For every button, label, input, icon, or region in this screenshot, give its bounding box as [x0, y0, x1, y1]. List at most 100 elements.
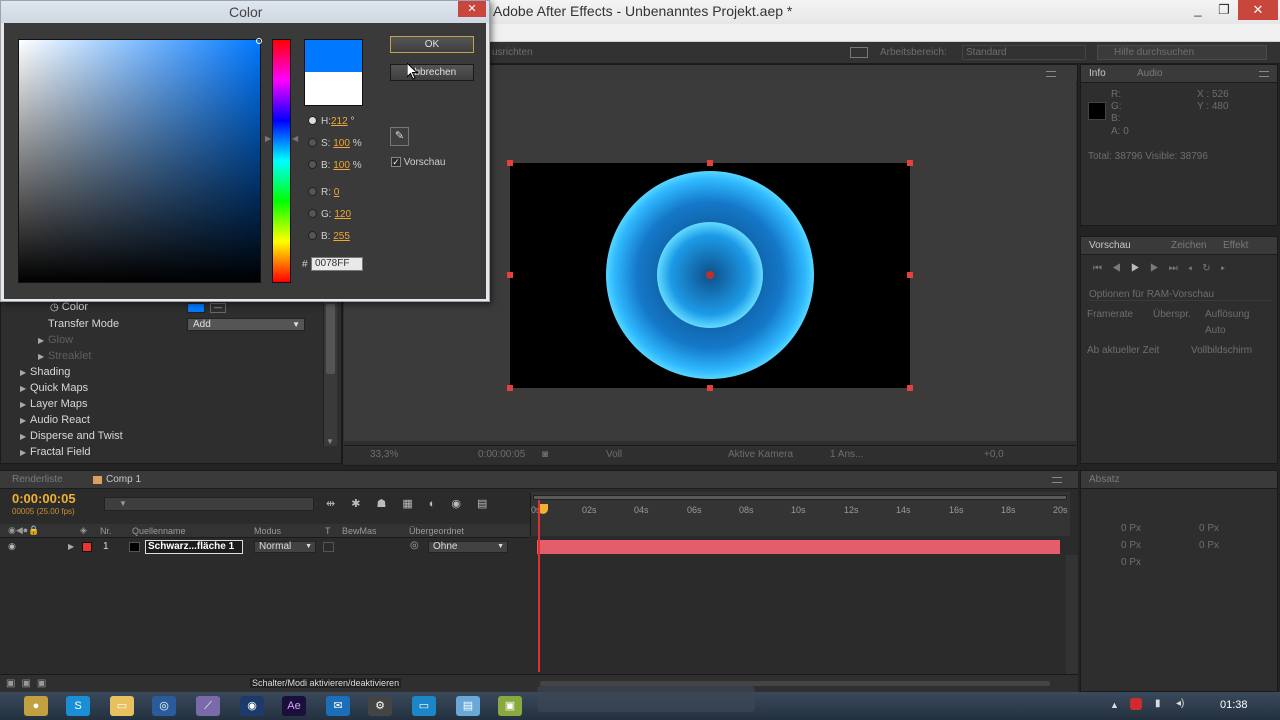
- effect-group-row[interactable]: ▶ Quick Maps: [20, 380, 88, 396]
- transform-handle[interactable]: [907, 385, 913, 391]
- anchor-point-icon[interactable]: [706, 271, 714, 279]
- monitor-icon[interactable]: ▭: [412, 696, 436, 716]
- graph-editor-icon[interactable]: ▤: [477, 498, 503, 510]
- hue-field[interactable]: H:212 °: [308, 116, 354, 127]
- views-select[interactable]: 1 Ans...: [830, 449, 863, 460]
- saturation-field[interactable]: S: 100 %: [308, 138, 362, 149]
- playback-controls[interactable]: ⏮◀▶▶⏭◂↻▸: [1093, 263, 1235, 274]
- effect-streaklet-row[interactable]: ▶ Streaklet: [38, 348, 91, 364]
- close-window-button[interactable]: ✕: [1238, 0, 1278, 20]
- prev-frame-icon[interactable]: ◀: [1112, 263, 1131, 274]
- maximize-button[interactable]: ❐: [1212, 0, 1236, 20]
- effect-group-row[interactable]: ▶ Layer Maps: [20, 396, 87, 412]
- camera-icon[interactable]: ◙: [542, 449, 548, 460]
- tray-app-icon[interactable]: [1130, 698, 1142, 710]
- stopwatch-icon[interactable]: ◷: [50, 302, 59, 313]
- blue-value[interactable]: 255: [333, 231, 350, 242]
- color-swatch[interactable]: [187, 303, 205, 313]
- eyedropper-small-icon[interactable]: —: [210, 303, 226, 313]
- audio-icon[interactable]: ◂: [1188, 263, 1203, 274]
- label-color-swatch[interactable]: [82, 542, 92, 552]
- color-field-cursor[interactable]: [256, 38, 262, 44]
- network-icon[interactable]: ▮: [1155, 698, 1161, 709]
- layer-duration-bar[interactable]: [537, 540, 1060, 554]
- time-ruler[interactable]: 0s 02s 04s 06s 08s 10s 12s 14s 16s 18s 2…: [530, 492, 1070, 536]
- composition-canvas[interactable]: [510, 163, 910, 388]
- preview-checkbox-row[interactable]: ✓ Vorschau: [391, 157, 445, 168]
- from-current-time-checkbox[interactable]: Ab aktueller Zeit: [1087, 345, 1159, 356]
- layer-row[interactable]: ◉ ▶ 1 Schwarz...fläche 1 Normal ▼ ◎ Ohne ▼: [0, 539, 530, 555]
- layer-name-field[interactable]: Schwarz...fläche 1: [145, 540, 243, 554]
- close-icon[interactable]: ✕: [458, 1, 486, 17]
- tab-character[interactable]: Zeichen: [1171, 240, 1207, 251]
- preserve-transparency-checkbox[interactable]: [323, 542, 334, 552]
- layer-mode-select[interactable]: Normal ▼: [254, 541, 316, 553]
- saturation-brightness-field[interactable]: [18, 38, 262, 283]
- panel-menu-icon[interactable]: [1052, 477, 1062, 483]
- preview-checkbox[interactable]: ✓: [391, 157, 401, 167]
- green-value[interactable]: 120: [334, 209, 351, 220]
- tab-paragraph[interactable]: Absatz: [1089, 474, 1120, 485]
- space-after[interactable]: 0 Px: [1121, 557, 1141, 568]
- resolution-select[interactable]: Auto: [1205, 325, 1267, 336]
- tab-preview[interactable]: Vorschau: [1089, 240, 1131, 251]
- panel-menu-icon[interactable]: [1046, 71, 1056, 77]
- red-radio[interactable]: [308, 187, 317, 196]
- tab-effects[interactable]: Effekt: [1223, 240, 1248, 251]
- transform-handle[interactable]: [507, 160, 513, 166]
- indent-left[interactable]: 0 Px: [1121, 523, 1141, 534]
- hue-slider-arrow-right-icon[interactable]: ◀: [292, 134, 298, 143]
- effect-group-row[interactable]: ▶ Disperse and Twist: [20, 428, 123, 444]
- transform-handle[interactable]: [507, 385, 513, 391]
- indent-right[interactable]: 0 Px: [1199, 523, 1219, 534]
- scrollbar-thumb[interactable]: [326, 304, 335, 374]
- minimize-button[interactable]: _: [1186, 0, 1210, 20]
- effect-glow-row[interactable]: ▶ Glow: [38, 332, 73, 348]
- loop-icon[interactable]: ↻: [1202, 263, 1220, 274]
- tab-info[interactable]: Info: [1089, 68, 1106, 79]
- red-value[interactable]: 0: [334, 187, 340, 198]
- brainstorm-icon[interactable]: ◉: [451, 498, 477, 510]
- timeline-timecode[interactable]: 0:00:00:05: [12, 491, 76, 506]
- next-frame-icon[interactable]: ▶: [1150, 263, 1169, 274]
- exposure-value[interactable]: +0,0: [984, 449, 1004, 460]
- brightness-value[interactable]: 100: [333, 160, 350, 171]
- expand-triangle-icon[interactable]: ▶: [68, 542, 74, 551]
- active-camera-select[interactable]: Aktive Kamera: [728, 449, 793, 460]
- transform-handle[interactable]: [907, 160, 913, 166]
- fullscreen-checkbox[interactable]: Vollbildschirm: [1191, 345, 1252, 356]
- brightness-radio[interactable]: [308, 160, 317, 169]
- browser-icon[interactable]: ◉: [240, 696, 264, 716]
- ram-preview-options[interactable]: Optionen für RAM-Vorschau: [1089, 289, 1271, 301]
- skype-icon[interactable]: S: [66, 696, 90, 716]
- chrome-icon[interactable]: ●: [24, 696, 48, 716]
- resolution-select[interactable]: Voll: [606, 449, 622, 460]
- workspace-select[interactable]: Standard: [962, 45, 1086, 60]
- transform-handle[interactable]: [707, 160, 713, 166]
- shy-layers-icon[interactable]: ☗: [376, 498, 402, 510]
- play-icon[interactable]: ▶: [1131, 263, 1150, 274]
- visibility-eye-icon[interactable]: ◉: [8, 541, 16, 552]
- help-search-input[interactable]: Hilfe durchsuchen: [1097, 45, 1267, 60]
- work-area-bar[interactable]: [533, 495, 1067, 500]
- taskbar-clock[interactable]: 01:38: [1220, 699, 1248, 711]
- last-frame-icon[interactable]: ⏭: [1169, 263, 1188, 274]
- blue-field[interactable]: B: 255: [308, 231, 350, 242]
- media-player-icon[interactable]: ◎: [152, 696, 176, 716]
- hue-slider-arrow-left-icon[interactable]: ▶: [265, 134, 271, 143]
- tray-expand-icon[interactable]: ▲: [1110, 700, 1119, 710]
- frame-blending-icon[interactable]: ▦: [402, 498, 428, 510]
- red-field[interactable]: R: 0: [308, 187, 339, 198]
- scroll-down-icon[interactable]: ▼: [326, 437, 334, 446]
- hue-slider[interactable]: [272, 39, 291, 283]
- explorer-icon[interactable]: ▭: [110, 696, 134, 716]
- effects-scrollbar[interactable]: ▼: [323, 300, 337, 446]
- pickwhip-icon[interactable]: ◎: [410, 540, 419, 551]
- ram-preview-icon[interactable]: ▸: [1221, 263, 1236, 274]
- blue-radio[interactable]: [308, 231, 317, 240]
- brightness-field[interactable]: B: 100 %: [308, 160, 362, 171]
- green-radio[interactable]: [308, 209, 317, 218]
- transform-handle[interactable]: [707, 385, 713, 391]
- transform-handle[interactable]: [907, 272, 913, 278]
- volume-icon[interactable]: ◂): [1176, 698, 1184, 709]
